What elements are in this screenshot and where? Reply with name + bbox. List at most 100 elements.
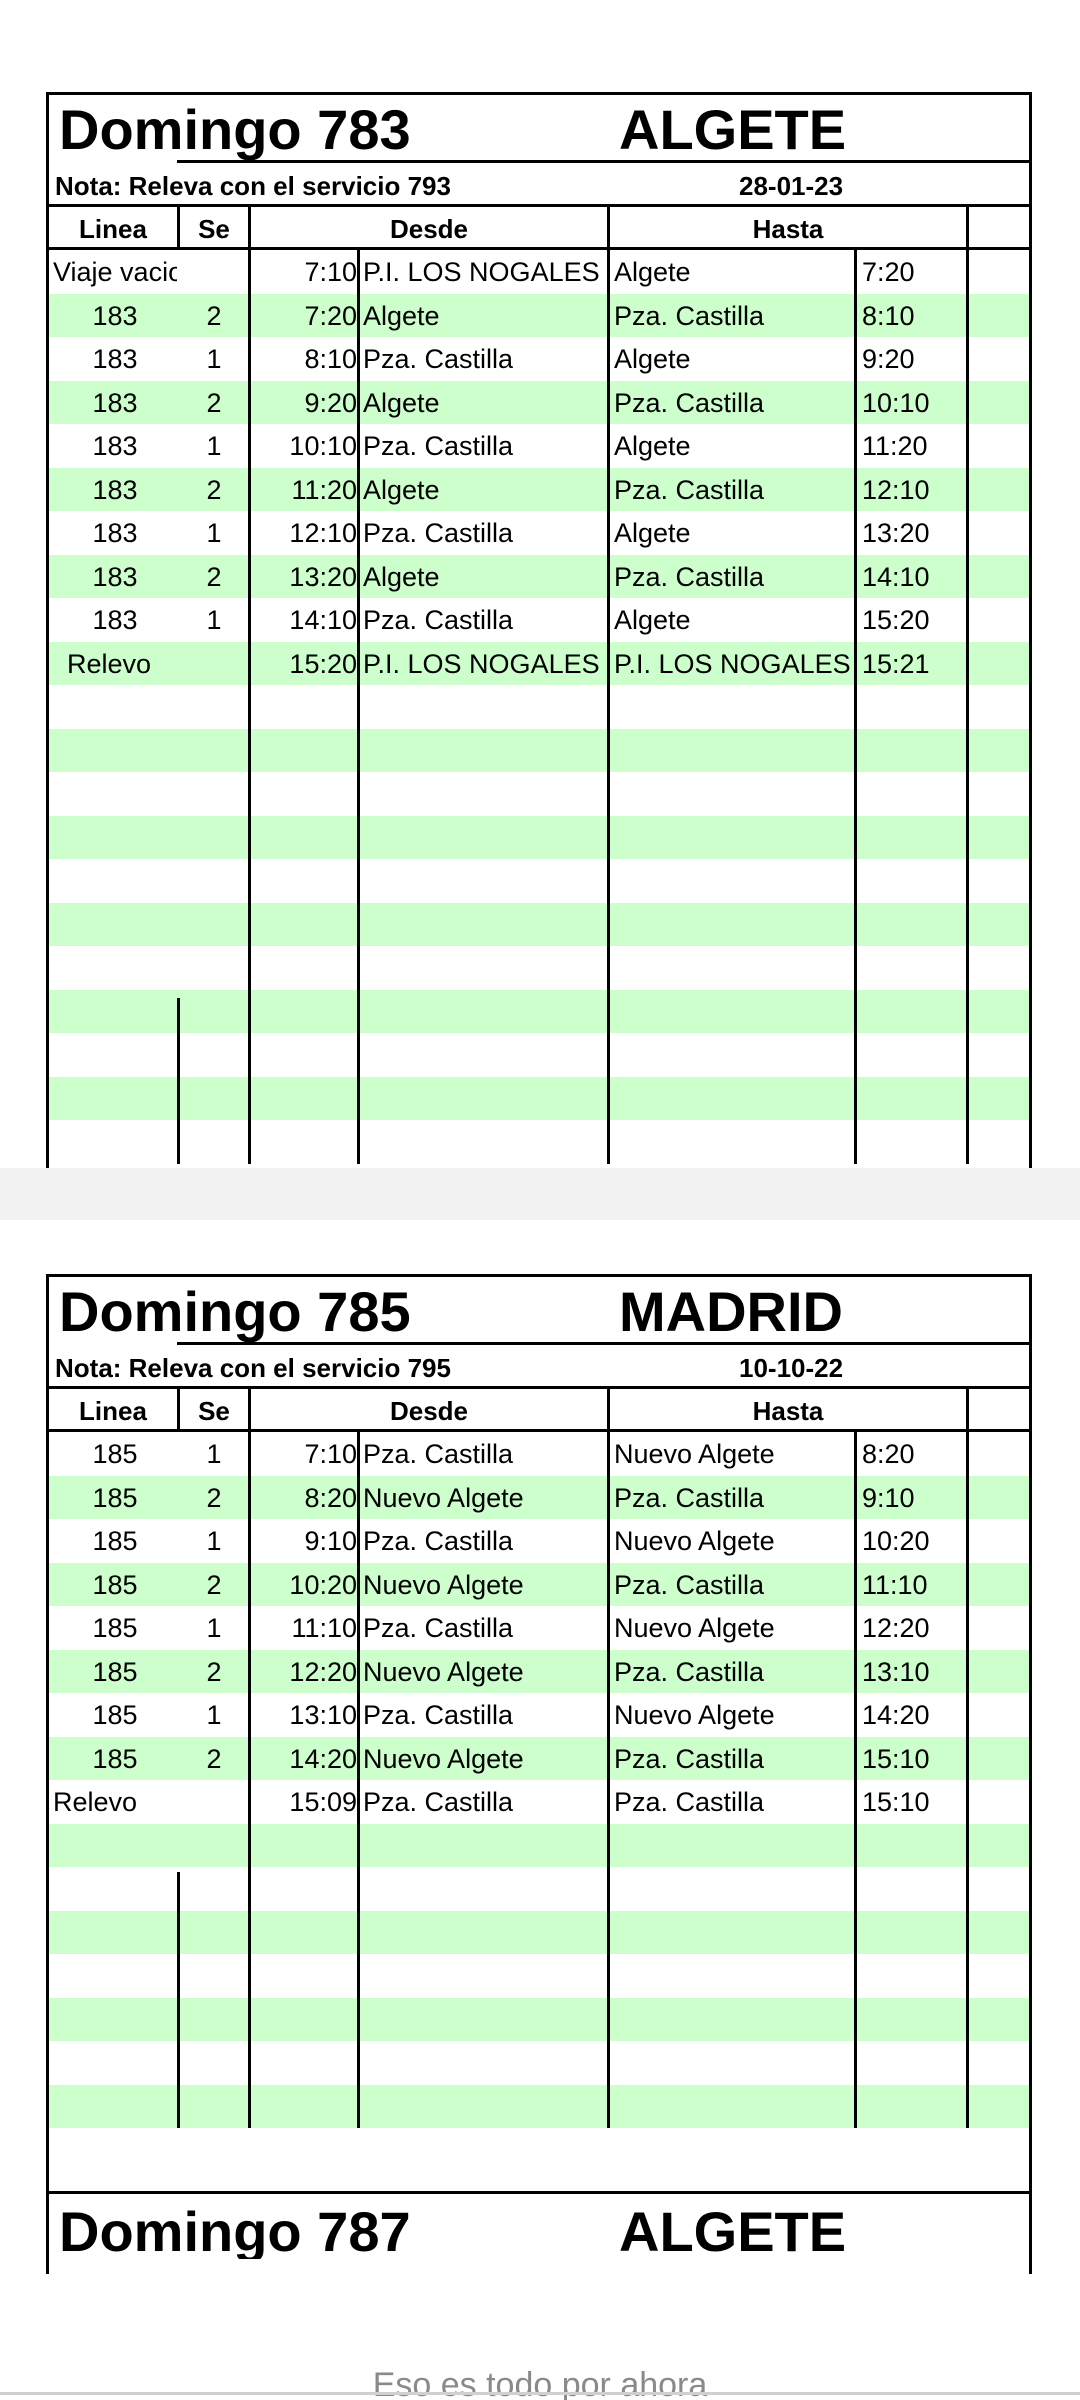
- cell-llegada: 15:10: [862, 1743, 930, 1774]
- cell-llegada: 9:20: [862, 344, 915, 374]
- col-divider: [177, 1872, 180, 2128]
- cell-se: 2: [206, 474, 222, 505]
- col-divider: [607, 250, 610, 1164]
- service-note: Nota: Releva con el servicio 795: [55, 1353, 451, 1383]
- table-row: 183 2 7:20 Algete Pza. Castilla 8:10: [49, 293, 1029, 337]
- table-row: [49, 1076, 1029, 1120]
- cell-hasta: Algete: [614, 518, 691, 548]
- col-divider: [248, 1432, 251, 2128]
- table-row: 185 1 13:10 Pza. Castilla Nuevo Algete 14:20: [49, 1693, 1029, 1737]
- header-linea: Linea: [79, 214, 147, 244]
- cell-se: 1: [206, 431, 222, 461]
- cell-hasta: Nuevo Algete: [614, 1613, 775, 1643]
- cell-linea: 185: [92, 1482, 138, 1513]
- sheet-title-row: Domingo 783 ALGETE: [49, 95, 1029, 163]
- col-divider: [248, 250, 251, 1164]
- cell-salida: 8:10: [304, 344, 357, 374]
- cell-desde: Pza. Castilla: [363, 431, 514, 461]
- cell-desde: Algete: [363, 474, 440, 505]
- table-row: 185 1 7:10 Pza. Castilla Nuevo Algete 8:20: [49, 1432, 1029, 1476]
- cell-hasta: Pza. Castilla: [614, 300, 765, 331]
- table-row: [49, 1033, 1029, 1077]
- header-hasta: Hasta: [752, 214, 824, 244]
- table-row: [49, 1823, 1029, 1867]
- cell-se: 1: [206, 605, 222, 635]
- header-hasta: Hasta: [752, 1396, 824, 1426]
- table-row: [49, 685, 1029, 729]
- header-se: Se: [198, 214, 230, 244]
- table-row: 183 1 14:10 Pza. Castilla Algete 15:20: [49, 598, 1029, 642]
- cell-llegada: 13:10: [862, 1656, 930, 1687]
- cell-linea: Relevo: [53, 1787, 138, 1817]
- table-row: [49, 815, 1029, 859]
- cell-desde: Algete: [363, 300, 440, 331]
- table-row: 183 1 8:10 Pza. Castilla Algete 9:20: [49, 337, 1029, 381]
- cell-llegada: 14:10: [862, 561, 930, 592]
- cell-hasta: Algete: [614, 344, 691, 374]
- cell-desde: Nuevo Algete: [363, 1482, 524, 1513]
- cell-hasta: P.I. LOS NOGALES: [614, 648, 851, 679]
- next-service-place: ALGETE: [619, 2200, 847, 2259]
- cell-linea: 183: [92, 518, 138, 548]
- cell-salida: 9:20: [304, 387, 357, 418]
- table-row: 185 1 9:10 Pza. Castilla Nuevo Algete 10:20: [49, 1519, 1029, 1563]
- col-divider: [177, 998, 180, 1164]
- cell-desde: Nuevo Algete: [363, 1656, 524, 1687]
- table-row: 185 2 12:20 Nuevo Algete Pza. Castilla 13:10: [49, 1649, 1029, 1693]
- service-title: Domingo 785: [59, 1280, 411, 1343]
- cell-linea: 183: [92, 344, 138, 374]
- cell-salida: 14:10: [289, 605, 357, 635]
- col-divider: [357, 250, 360, 1164]
- table-row: 185 1 11:10 Pza. Castilla Nuevo Algete 12:20: [49, 1606, 1029, 1650]
- cell-linea: 183: [92, 605, 138, 635]
- cell-hasta: Pza. Castilla: [614, 1743, 765, 1774]
- cell-linea: 185: [92, 1613, 138, 1643]
- next-service-title: Domingo 787: [59, 2200, 411, 2259]
- table-row: [49, 859, 1029, 903]
- service-date: 10-10-22: [739, 1353, 844, 1383]
- cell-salida: 9:10: [304, 1526, 357, 1556]
- cell-hasta: Nuevo Algete: [614, 1700, 775, 1730]
- header-se: Se: [198, 1396, 230, 1426]
- col-divider: [177, 207, 180, 247]
- cell-linea: 185: [92, 1526, 138, 1556]
- cell-linea: 183: [92, 300, 138, 331]
- cell-se: 1: [206, 1613, 222, 1643]
- cell-desde: Pza. Castilla: [363, 605, 514, 635]
- header-linea: Linea: [79, 1396, 147, 1426]
- page-separator: [0, 1168, 1080, 1220]
- cell-hasta: Pza. Castilla: [614, 1569, 765, 1600]
- header-desde: Desde: [389, 1396, 469, 1426]
- note-row: Nota: Releva con el servicio 795 10-10-2…: [49, 1345, 1029, 1389]
- col-divider: [854, 250, 857, 1164]
- table-row: [49, 946, 1029, 990]
- cell-salida: 11:10: [291, 1613, 357, 1643]
- col-divider: [607, 1432, 610, 2128]
- table-row: [49, 1997, 1029, 2041]
- table-row: [49, 728, 1029, 772]
- schedule-rows: 185 1 7:10 Pza. Castilla Nuevo Algete 8:20 185…: [49, 1432, 1029, 2128]
- sheet-bottom-border: [49, 2191, 1029, 2194]
- cell-hasta: Nuevo Algete: [614, 1439, 775, 1469]
- cell-linea: 185: [92, 1439, 138, 1469]
- column-header-row: Linea Se Desde Hasta: [49, 207, 1029, 250]
- cell-llegada: 15:20: [862, 605, 930, 635]
- cell-hasta: Algete: [614, 431, 691, 461]
- cell-desde: Pza. Castilla: [363, 1700, 514, 1730]
- cell-hasta: Pza. Castilla: [614, 387, 765, 418]
- cell-se: 1: [206, 518, 222, 548]
- cell-desde: Algete: [363, 387, 440, 418]
- col-divider: [607, 1389, 610, 1429]
- schedule-sheet-783: Domingo 783 ALGETE Nota: Releva con el s…: [46, 92, 1032, 1168]
- col-divider: [966, 1389, 969, 1429]
- schedule-page-2: Domingo 785 MADRID Nota: Releva con el s…: [0, 1220, 1080, 2274]
- cell-salida: 10:20: [289, 1569, 357, 1600]
- cell-se: 2: [206, 1743, 222, 1774]
- table-row: Relevo 15:09 Pza. Castilla Pza. Castilla 15:…: [49, 1780, 1029, 1824]
- cell-se: 1: [206, 1439, 222, 1469]
- col-divider: [966, 207, 969, 247]
- cell-linea: 183: [92, 387, 138, 418]
- service-note: Nota: Releva con el servicio 793: [55, 171, 451, 201]
- schedule-rows: Viaje vacio 7:10 P.I. LOS NOGALES Algete 7:2…: [49, 250, 1029, 1164]
- table-row: Relevo 15:20 P.I. LOS NOGALES P.I. LOS NOGA…: [49, 641, 1029, 685]
